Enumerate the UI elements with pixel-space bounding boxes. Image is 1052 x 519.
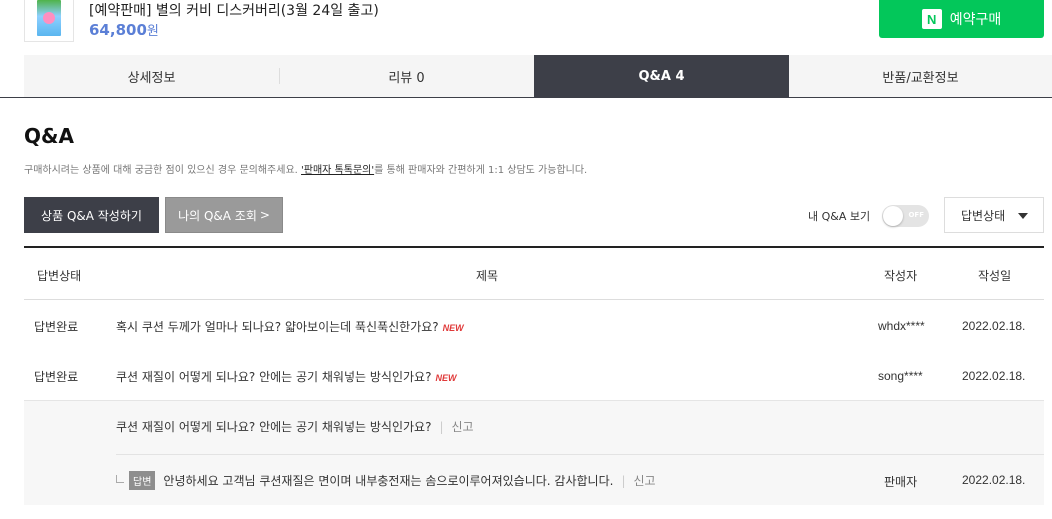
reply-arrow-icon [116,474,124,483]
header-status: 답변상태 [37,269,82,283]
tab-return-exchange[interactable]: 반품/교환정보 [789,55,1052,97]
qa-divider [116,454,1044,455]
row-status: 답변완료 [34,320,79,334]
row-title-text: 혹시 쿠션 두께가 얼마나 되나요? 얇아보이는데 푹신푹신한가요? [116,320,439,334]
price-value: 64,800 [89,21,147,39]
npay-reserve-button[interactable]: N 예약구매 [879,0,1044,38]
header-author: 작성자 [884,269,918,283]
report-answer-link[interactable]: 신고 [634,472,656,489]
row-title-text: 쿠션 재질이 어떻게 되나요? 안에는 공기 채워넣는 방식인가요? [116,370,432,384]
row-status: 답변완료 [34,370,79,384]
expanded-qa-detail: 쿠션 재질이 어떻게 되나요? 안에는 공기 채워넣는 방식인가요? | 신고 답변… [24,400,1044,505]
my-qa-label: 나의 Q&A 조회 [178,208,257,223]
table-row[interactable]: 답변완료 혹시 쿠션 두께가 얼마나 되나요? 얇아보이는데 푹신푹신한가요? N… [24,300,1044,350]
row-title[interactable]: 혹시 쿠션 두께가 얼마나 되나요? 얇아보이는데 푹신푹신한가요? NEW [116,318,464,335]
my-qa-toggle-label: 내 Q&A 보기 [808,210,871,223]
product-summary-bar: [예약판매] 별의 커비 디스커버리(3월 24일 출고) 64,800원 N … [0,0,1052,55]
my-qa-button[interactable]: 나의 Q&A 조회 > [165,197,283,233]
page-title: Q&A [24,124,74,148]
expanded-question: 쿠션 재질이 어떻게 되나요? 안에는 공기 채워넣는 방식인가요? | 신고 [116,418,474,435]
table-row[interactable]: 답변완료 쿠션 재질이 어떻게 되나요? 안에는 공기 채워넣는 방식인가요? N… [24,350,1044,400]
naver-n-icon: N [921,9,942,29]
npay-reserve-label: 예약구매 [949,12,1002,28]
answer-author: 판매자 [884,475,918,489]
seller-answer: 답변 안녕하세요 고객님 쿠션재질은 면이며 내부충전재는 솜으로이루어져있습니… [116,471,656,490]
tabs-divider [0,97,1052,98]
product-price: 64,800원 [89,20,159,39]
header-date: 작성일 [978,269,1012,283]
qa-description: 구매하시려는 상품에 대해 궁금한 점이 있으신 경우 문의해주세요. '판매자… [24,161,587,176]
answer-status-value: 답변상태 [961,208,1006,223]
row-date: 2022.02.18. [962,319,1026,333]
qa-table: 답변상태 제목 작성자 작성일 답변완료 혹시 쿠션 두께가 얼마나 되나요? … [24,246,1044,505]
divider: | [621,473,626,488]
qa-desc-text: 구매하시려는 상품에 대해 궁금한 점이 있으신 경우 문의해주세요. [24,165,302,176]
product-title: [예약판매] 별의 커비 디스커버리(3월 24일 출고) [89,3,379,19]
new-badge: NEW [435,373,457,383]
row-author: song**** [878,369,923,383]
write-qa-button[interactable]: 상품 Q&A 작성하기 [24,197,159,233]
product-thumbnail[interactable] [24,0,74,42]
answer-badge: 답변 [129,471,156,490]
row-date: 2022.02.18. [962,369,1026,383]
product-tabs: 상세정보 리뷰 0 Q&A 4 반품/교환정보 [24,55,1052,97]
caret-down-icon [1018,213,1028,219]
kirby-image [43,12,55,24]
chevron-right-icon: > [259,208,270,222]
my-qa-toggle[interactable]: OFF [882,205,929,227]
new-badge: NEW [442,323,464,333]
header-title: 제목 [476,269,499,283]
game-box-image [37,0,61,36]
question-text: 쿠션 재질이 어떻게 되나요? 안에는 공기 채워넣는 방식인가요? [116,420,432,434]
report-question-link[interactable]: 신고 [452,420,474,434]
tab-details[interactable]: 상세정보 [24,55,279,97]
tab-qa[interactable]: Q&A 4 [534,55,789,97]
toggle-state: OFF [908,211,924,219]
row-title[interactable]: 쿠션 재질이 어떻게 되나요? 안에는 공기 채워넣는 방식인가요? NEW [116,368,456,385]
price-unit: 원 [146,24,159,39]
answer-status-select[interactable]: 답변상태 [944,197,1044,233]
row-author: whdx**** [878,319,925,333]
divider: | [439,420,444,434]
answer-date: 2022.02.18. [962,473,1026,487]
qa-desc-text-tail: 를 통해 판매자와 간편하게 1:1 상담도 가능합니다. [374,165,588,176]
table-header: 답변상태 제목 작성자 작성일 [24,246,1044,300]
answer-text: 안녕하세요 고객님 쿠션재질은 면이며 내부충전재는 솜으로이루어져있습니다. … [163,474,614,488]
seller-talk-link[interactable]: '판매자 톡톡문의' [301,165,374,176]
tab-reviews[interactable]: 리뷰 0 [279,55,534,97]
toggle-knob [883,206,903,226]
